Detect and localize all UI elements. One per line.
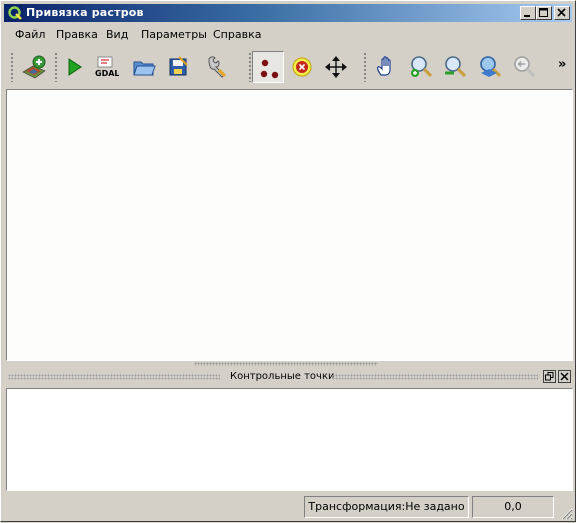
splitter-handle[interactable] <box>194 362 378 366</box>
zoom-out-icon <box>445 56 467 78</box>
save-gcp-points-button[interactable] <box>162 51 194 83</box>
add-point-icon <box>260 59 279 79</box>
zoom-to-layer-icon <box>480 56 502 78</box>
dock-grip-left <box>8 374 220 380</box>
zoom-to-layer-button[interactable] <box>474 51 506 83</box>
menu-view[interactable]: Вид <box>106 28 128 41</box>
open-raster-button[interactable] <box>18 51 50 83</box>
zoom-in-icon <box>411 56 433 78</box>
dock-float-button[interactable] <box>543 370 556 383</box>
menu-help[interactable]: Справка <box>213 28 261 41</box>
toolbar-overflow-chevron[interactable]: » <box>558 57 566 72</box>
menu-settings[interactable]: Параметры <box>141 28 207 41</box>
start-georeferencing-button[interactable] <box>58 51 90 83</box>
minimize-icon <box>524 15 530 17</box>
zoom-last-icon <box>514 56 536 78</box>
play-icon <box>68 58 82 76</box>
gcp-dock-titlebar[interactable]: Контрольные точки <box>6 369 573 385</box>
toolbar-grip[interactable] <box>363 52 367 82</box>
minimize-button[interactable] <box>520 6 536 20</box>
gdal-label: GDAL <box>95 69 119 78</box>
gcp-dock-title: Контрольные точки <box>230 371 335 382</box>
save-icon <box>169 56 188 76</box>
float-icon <box>545 372 554 381</box>
close-button[interactable] <box>554 6 570 20</box>
close-icon <box>557 8 566 17</box>
menu-file[interactable]: Файл <box>15 28 45 41</box>
dock-close-button[interactable] <box>558 370 571 383</box>
generate-gdal-script-button[interactable]: GDAL <box>90 51 122 83</box>
transformation-settings-button[interactable] <box>201 51 233 83</box>
menu-edit[interactable]: Правка <box>56 28 98 41</box>
maximize-button[interactable] <box>536 6 552 20</box>
zoom-out-button[interactable] <box>439 51 471 83</box>
transform-status: Трансформация:Не задано <box>304 496 469 518</box>
pan-hand-icon <box>377 56 391 76</box>
add-raster-icon <box>22 55 46 79</box>
maximize-icon <box>539 8 548 17</box>
pan-button[interactable] <box>370 51 402 83</box>
title-bar[interactable]: Привязка растров <box>4 4 572 22</box>
toolbar-grip[interactable] <box>10 52 14 82</box>
gcp-table[interactable] <box>6 388 573 491</box>
georeferencer-window: Привязка растров Файл Правка Вид Парамет… <box>0 0 576 522</box>
gdal-script-icon: GDAL <box>95 56 119 78</box>
open-folder-icon <box>133 61 156 76</box>
move-gcp-point-button[interactable] <box>320 51 352 83</box>
move-arrows-icon <box>325 56 347 78</box>
dock-grip-right <box>332 374 538 380</box>
main-toolbar: GDAL » <box>4 48 572 86</box>
window-title: Привязка растров <box>26 6 144 19</box>
menu-bar: Файл Правка Вид Параметры Справка <box>4 25 572 45</box>
resize-grip[interactable] <box>559 506 573 520</box>
zoom-in-button[interactable] <box>405 51 437 83</box>
load-gcp-points-button[interactable] <box>128 51 160 83</box>
qgis-app-icon[interactable] <box>7 5 23 21</box>
zoom-last-button[interactable] <box>508 51 540 83</box>
wrench-icon <box>208 56 227 78</box>
delete-point-icon <box>292 57 312 77</box>
map-canvas[interactable] <box>6 89 573 361</box>
delete-point-button[interactable] <box>286 51 318 83</box>
coordinate-display: 0,0 <box>472 496 554 518</box>
close-icon <box>560 372 569 381</box>
add-point-button[interactable] <box>252 51 284 83</box>
